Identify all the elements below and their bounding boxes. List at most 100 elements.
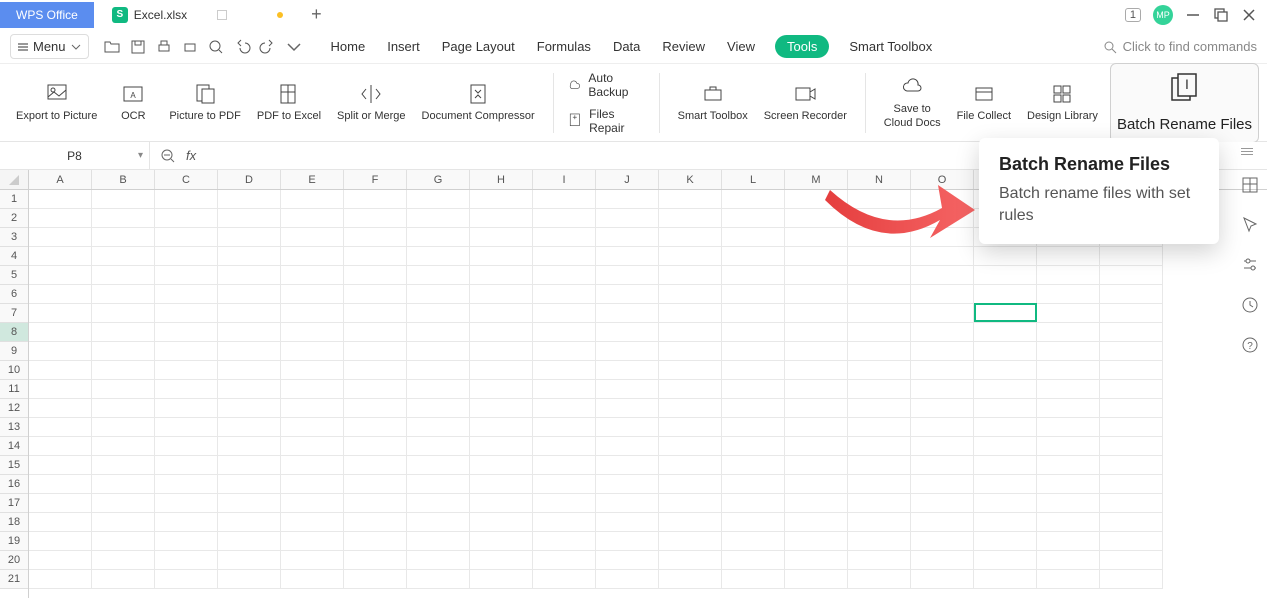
cell[interactable] xyxy=(911,456,974,475)
cell[interactable] xyxy=(218,399,281,418)
row-header[interactable]: 14 xyxy=(0,437,28,456)
cell[interactable] xyxy=(911,418,974,437)
cell[interactable] xyxy=(848,361,911,380)
cell[interactable] xyxy=(218,532,281,551)
cell[interactable] xyxy=(659,228,722,247)
cell[interactable] xyxy=(722,247,785,266)
cell[interactable] xyxy=(785,361,848,380)
cell[interactable] xyxy=(92,418,155,437)
cell[interactable] xyxy=(218,475,281,494)
cell[interactable] xyxy=(785,285,848,304)
cell[interactable] xyxy=(470,551,533,570)
cell[interactable] xyxy=(1100,285,1163,304)
cell[interactable] xyxy=(911,494,974,513)
cell[interactable] xyxy=(29,361,92,380)
cell[interactable] xyxy=(344,361,407,380)
cell[interactable] xyxy=(1100,456,1163,475)
cell[interactable] xyxy=(722,494,785,513)
auto-backup-button[interactable]: Auto Backup xyxy=(563,69,648,101)
cell[interactable] xyxy=(533,190,596,209)
cell[interactable] xyxy=(155,475,218,494)
cell[interactable] xyxy=(785,323,848,342)
cell[interactable] xyxy=(92,551,155,570)
col-header[interactable]: J xyxy=(596,170,659,189)
cell[interactable] xyxy=(1037,247,1100,266)
cell[interactable] xyxy=(596,190,659,209)
cell[interactable] xyxy=(470,228,533,247)
cell[interactable] xyxy=(911,399,974,418)
cell[interactable] xyxy=(785,456,848,475)
cell[interactable] xyxy=(911,551,974,570)
cell[interactable] xyxy=(785,532,848,551)
cell[interactable] xyxy=(533,437,596,456)
cell[interactable] xyxy=(470,399,533,418)
col-header[interactable]: B xyxy=(92,170,155,189)
batch-rename-files-button[interactable]: I Batch Rename Files xyxy=(1110,63,1259,143)
cell[interactable] xyxy=(344,570,407,589)
cell[interactable] xyxy=(218,190,281,209)
menu-tab-insert[interactable]: Insert xyxy=(385,35,422,58)
cell[interactable] xyxy=(1100,475,1163,494)
cell[interactable] xyxy=(407,304,470,323)
cell[interactable] xyxy=(29,494,92,513)
cell[interactable] xyxy=(218,304,281,323)
cell[interactable] xyxy=(596,342,659,361)
cell[interactable] xyxy=(155,304,218,323)
cell[interactable] xyxy=(1100,266,1163,285)
cell[interactable] xyxy=(407,361,470,380)
cell[interactable] xyxy=(407,399,470,418)
cell[interactable] xyxy=(974,475,1037,494)
cell[interactable] xyxy=(533,551,596,570)
cell[interactable] xyxy=(29,266,92,285)
cell[interactable] xyxy=(659,247,722,266)
cell[interactable] xyxy=(722,551,785,570)
cell[interactable] xyxy=(1037,513,1100,532)
cell[interactable] xyxy=(722,323,785,342)
cell[interactable] xyxy=(344,190,407,209)
cell[interactable] xyxy=(785,570,848,589)
cell[interactable] xyxy=(596,494,659,513)
cell[interactable] xyxy=(470,361,533,380)
cell[interactable] xyxy=(155,532,218,551)
cell[interactable] xyxy=(29,475,92,494)
cell[interactable] xyxy=(407,323,470,342)
cell[interactable] xyxy=(407,570,470,589)
cell[interactable] xyxy=(659,437,722,456)
cell[interactable] xyxy=(281,494,344,513)
cell[interactable] xyxy=(218,266,281,285)
row-header[interactable]: 2 xyxy=(0,209,28,228)
cell[interactable] xyxy=(470,323,533,342)
cell[interactable] xyxy=(470,456,533,475)
cell[interactable] xyxy=(407,190,470,209)
cell[interactable] xyxy=(344,342,407,361)
cell[interactable] xyxy=(1037,437,1100,456)
cell[interactable] xyxy=(722,418,785,437)
cell[interactable] xyxy=(92,266,155,285)
cell[interactable] xyxy=(1100,304,1163,323)
cell[interactable] xyxy=(281,209,344,228)
cell[interactable] xyxy=(29,570,92,589)
cell[interactable] xyxy=(659,418,722,437)
cell[interactable] xyxy=(92,570,155,589)
cell[interactable] xyxy=(1100,437,1163,456)
cell[interactable] xyxy=(470,570,533,589)
cell[interactable] xyxy=(344,437,407,456)
cell[interactable] xyxy=(722,475,785,494)
cell[interactable] xyxy=(596,304,659,323)
cell[interactable] xyxy=(29,228,92,247)
cell[interactable] xyxy=(1100,570,1163,589)
cell[interactable] xyxy=(596,399,659,418)
cell[interactable] xyxy=(1100,418,1163,437)
split-or-merge-button[interactable]: Split or Merge xyxy=(329,78,413,127)
cell[interactable] xyxy=(407,418,470,437)
cell[interactable] xyxy=(218,437,281,456)
print-direct-icon[interactable] xyxy=(181,38,199,56)
cell[interactable] xyxy=(911,475,974,494)
cell[interactable] xyxy=(470,266,533,285)
cell[interactable] xyxy=(848,380,911,399)
cell[interactable] xyxy=(722,209,785,228)
cell[interactable] xyxy=(1037,285,1100,304)
minimize-icon[interactable] xyxy=(1185,7,1201,23)
cell[interactable] xyxy=(848,513,911,532)
cell[interactable] xyxy=(785,513,848,532)
